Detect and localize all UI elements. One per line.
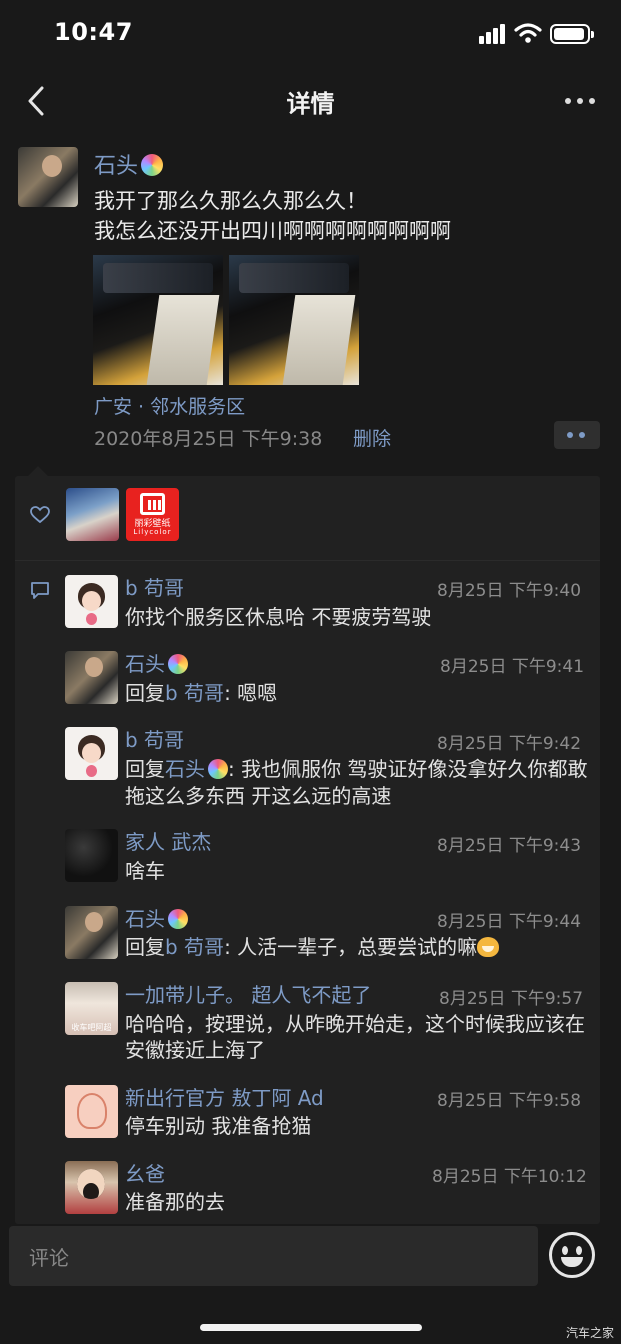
commenter-name[interactable]: 幺爸 xyxy=(125,1158,165,1187)
heart-icon xyxy=(30,506,50,524)
post-location[interactable]: 广安 · 邻水服务区 xyxy=(94,392,245,419)
comment-body: : 人活一辈子，总要尝试的嘛 xyxy=(224,935,478,959)
commenter-avatar[interactable] xyxy=(65,727,118,780)
commenter-name[interactable]: b 苟哥 xyxy=(125,572,184,601)
commenter-name[interactable]: b 苟哥 xyxy=(125,724,184,753)
commenter-avatar[interactable] xyxy=(65,651,118,704)
like-comment-menu-button[interactable] xyxy=(554,421,600,449)
lollipop-icon xyxy=(168,654,188,674)
commenter-avatar[interactable] xyxy=(65,1085,118,1138)
moments-detail-screen: 10:47 详情 石头 我开了那么久那么久那么久！ 我怎么还没开出四川啊啊啊啊啊… xyxy=(0,0,621,1344)
avatar-caption: 收车吧阿超 xyxy=(71,1023,112,1032)
status-time: 10:47 xyxy=(54,18,133,46)
post-text: 我开了那么久那么久那么久！ 我怎么还没开出四川啊啊啊啊啊啊啊啊 xyxy=(94,186,594,246)
commenter-avatar[interactable] xyxy=(65,575,118,628)
comment-text: 你找个服务区休息哈 不要疲劳驾驶 xyxy=(125,605,432,629)
lollipop-icon xyxy=(208,759,228,779)
comment-body: : 嗯嗯 xyxy=(224,681,278,705)
commenter-avatar[interactable] xyxy=(65,829,118,882)
reply-target[interactable]: b 苟哥 xyxy=(165,681,224,705)
dog-emoji-icon xyxy=(477,937,500,957)
cellular-signal-icon xyxy=(479,24,507,44)
comment-time: 8月25日 下午9:58 xyxy=(437,1091,582,1111)
watermark: 汽车之家 xyxy=(566,1326,615,1340)
commenter-avatar[interactable]: 收车吧阿超 xyxy=(65,982,118,1035)
wifi-icon xyxy=(514,23,542,43)
reply-prefix: 回复 xyxy=(125,681,165,705)
liker-avatar[interactable]: 丽彩壁纸 Lilycolor xyxy=(126,488,179,541)
commenter-name[interactable]: 石头 xyxy=(125,648,188,677)
delete-post-link[interactable]: 删除 xyxy=(353,424,391,451)
comment-input-placeholder: 评论 xyxy=(29,1246,69,1270)
comment-text[interactable]: 回复石头: 我也佩服你 驾驶证好像没拿好久你都敢拖这么多东西 开这么远的高速 xyxy=(125,756,590,810)
comment-time: 8月25日 下午10:12 xyxy=(432,1167,587,1187)
more-options-icon[interactable] xyxy=(560,86,600,116)
lilycolor-logo-icon xyxy=(140,493,165,515)
lollipop-icon xyxy=(168,909,188,929)
likes-divider xyxy=(15,560,600,561)
comment-time: 8月25日 下午9:43 xyxy=(437,836,582,856)
commenter-avatar[interactable] xyxy=(65,906,118,959)
comment-input[interactable]: 评论 xyxy=(9,1226,538,1286)
comment-text[interactable]: 回复b 苟哥: 嗯嗯 xyxy=(125,680,590,706)
post-timestamp: 2020年8月25日 下午9:38 xyxy=(94,428,323,450)
commenter-name[interactable]: 家人 武杰 xyxy=(125,826,211,855)
comment-time: 8月25日 下午9:44 xyxy=(437,912,582,932)
reply-prefix: 回复 xyxy=(125,757,165,781)
comment-time: 8月25日 下午9:41 xyxy=(440,657,585,677)
commenter-name[interactable]: 新出行官方 敖丁阿 Ad xyxy=(125,1082,324,1111)
comment-icon xyxy=(31,582,49,599)
commenter-avatar[interactable] xyxy=(65,1161,118,1214)
nav-bar: 详情 xyxy=(0,70,621,132)
panel-pointer xyxy=(28,466,48,476)
commenter-name-text: 石头 xyxy=(125,652,165,676)
comment-time: 8月25日 下午9:42 xyxy=(437,734,582,754)
commenter-name[interactable]: 一加带儿子。 超人飞不起了 xyxy=(125,979,371,1008)
comment-time: 8月25日 下午9:57 xyxy=(439,989,584,1009)
post-author-avatar[interactable] xyxy=(18,147,78,207)
reply-target[interactable]: 石头 xyxy=(165,757,205,781)
commenter-name[interactable]: 石头 xyxy=(125,903,188,932)
post-author-name[interactable]: 石头 xyxy=(94,148,164,180)
comment-text: 准备那的去 xyxy=(125,1190,225,1214)
page-title: 详情 xyxy=(286,90,335,118)
emoji-button[interactable] xyxy=(549,1232,595,1278)
comment-input-bar: 评论 汽车之家 xyxy=(0,1224,621,1344)
comment-text: 哈哈哈，按理说，从昨晚开始走，这个时候我应该在安徽接近上海了 xyxy=(125,1012,585,1062)
post-photo-1[interactable] xyxy=(93,255,223,385)
comment-text[interactable]: 回复b 苟哥: 人活一辈子，总要尝试的嘛 xyxy=(125,934,590,960)
comment-text: 停车别动 我准备抢猫 xyxy=(125,1114,312,1138)
commenter-name-text: 石头 xyxy=(125,907,165,931)
post-photo-2[interactable] xyxy=(229,255,359,385)
post-author-name-text: 石头 xyxy=(94,154,139,179)
status-bar: 10:47 xyxy=(0,0,621,70)
liker-logo-subtext: Lilycolor xyxy=(133,528,172,536)
lollipop-icon xyxy=(141,154,164,176)
liker-avatar[interactable] xyxy=(66,488,119,541)
reply-prefix: 回复 xyxy=(125,935,165,959)
home-indicator[interactable] xyxy=(200,1324,422,1331)
post-text-line: 我怎么还没开出四川啊啊啊啊啊啊啊啊 xyxy=(94,219,451,243)
battery-icon xyxy=(550,24,594,44)
post-text-line: 我开了那么久那么久那么久！ xyxy=(94,189,367,213)
comment-text: 啥车 xyxy=(125,859,165,883)
reply-target[interactable]: b 苟哥 xyxy=(165,935,224,959)
comment-time: 8月25日 下午9:40 xyxy=(437,581,582,601)
